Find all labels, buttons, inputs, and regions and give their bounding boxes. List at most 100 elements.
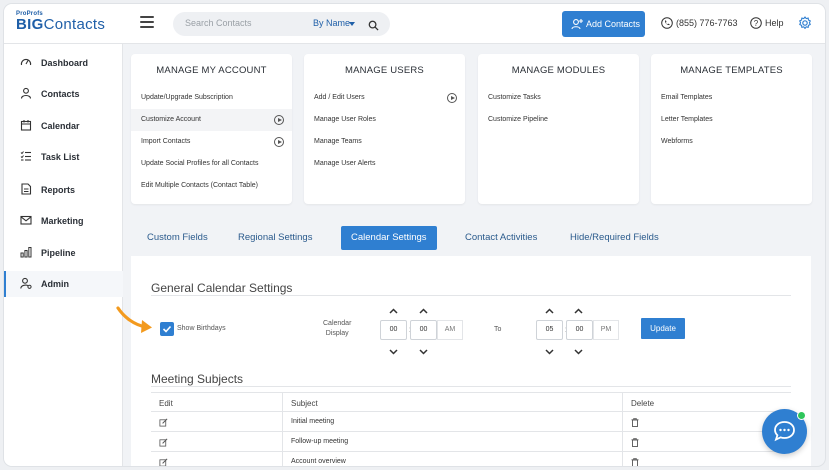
top-bar: ProProfs BIGContacts Search Contacts By …	[4, 4, 825, 44]
tab-custom-fields[interactable]: Custom Fields	[137, 226, 218, 250]
column-divider	[282, 393, 283, 413]
logo-name-bold: BIG	[16, 16, 44, 33]
tab-regional-settings[interactable]: Regional Settings	[228, 226, 322, 250]
sidebar-item-task-list[interactable]: Task List	[4, 144, 123, 170]
subject-cell: Account overview	[291, 458, 346, 465]
chevron-up-icon[interactable]	[545, 308, 554, 314]
column-divider	[282, 432, 283, 452]
column-divider	[282, 452, 283, 466]
link-add-edit-users[interactable]: Add / Edit Users	[304, 87, 465, 109]
search-bar: Search Contacts By Name	[173, 12, 390, 36]
link-email-templates[interactable]: Email Templates	[651, 87, 812, 109]
table-row: Initial meeting	[151, 412, 791, 432]
link-customize-account[interactable]: Customize Account	[131, 109, 292, 131]
link-manage-user-alerts[interactable]: Manage User Alerts	[304, 153, 465, 175]
tab-contact-activities[interactable]: Contact Activities	[455, 226, 547, 250]
table-header-row: Edit Subject Delete	[151, 392, 791, 413]
logo-name: BIGContacts	[16, 17, 105, 32]
to-ampm[interactable]: PM	[593, 320, 619, 340]
from-minute-input[interactable]: 00	[410, 320, 437, 340]
header-delete: Delete	[631, 399, 655, 408]
play-icon[interactable]	[274, 137, 284, 147]
sidebar-item-contacts[interactable]: Contacts	[4, 81, 123, 107]
trash-icon[interactable]	[631, 457, 639, 466]
link-webforms[interactable]: Webforms	[651, 131, 812, 153]
edit-icon[interactable]	[159, 418, 168, 429]
sidebar-item-pipeline[interactable]: Pipeline	[4, 240, 123, 266]
gear-icon[interactable]	[798, 16, 812, 35]
link-import-contacts[interactable]: Import Contacts	[131, 131, 292, 153]
calendar-icon	[20, 120, 32, 131]
help-icon: ?	[750, 17, 762, 29]
link-update-subscription[interactable]: Update/Upgrade Subscription	[131, 87, 292, 109]
section-title-meeting: Meeting Subjects	[151, 372, 244, 386]
section-title-general: General Calendar Settings	[151, 281, 293, 295]
play-icon[interactable]	[447, 93, 457, 103]
link-letter-templates[interactable]: Letter Templates	[651, 109, 812, 131]
link-manage-teams[interactable]: Manage Teams	[304, 131, 465, 153]
chevron-up-icon[interactable]	[389, 308, 398, 314]
menu-icon[interactable]	[140, 16, 154, 28]
chevron-up-icon[interactable]	[574, 308, 583, 314]
link-customize-tasks[interactable]: Customize Tasks	[478, 87, 639, 109]
search-by-dropdown[interactable]: By Name	[313, 18, 350, 28]
calendar-display-label: Calendar Display	[323, 319, 351, 339]
tab-calendar-settings[interactable]: Calendar Settings	[341, 226, 437, 250]
card-title: MANAGE USERS	[345, 65, 424, 76]
sidebar-item-dashboard[interactable]: Dashboard	[4, 50, 123, 76]
sidebar-item-reports[interactable]: Reports	[4, 177, 123, 203]
to-minute-input[interactable]: 00	[566, 320, 593, 340]
chevron-down-icon[interactable]	[389, 349, 398, 355]
show-birthdays-checkbox[interactable]	[160, 322, 174, 336]
card-manage-templates: MANAGE TEMPLATES Email Templates Letter …	[651, 54, 812, 204]
add-contacts-button[interactable]: Add Contacts	[562, 11, 645, 37]
link-customize-pipeline[interactable]: Customize Pipeline	[478, 109, 639, 131]
sidebar-item-marketing[interactable]: Marketing	[4, 208, 123, 234]
sidebar-item-admin[interactable]: Admin	[4, 271, 123, 297]
svg-text:?: ?	[754, 19, 759, 28]
card-manage-my-account: MANAGE MY ACCOUNT Update/Upgrade Subscri…	[131, 54, 292, 204]
update-button[interactable]: Update	[641, 318, 685, 339]
card-title: MANAGE TEMPLATES	[680, 65, 783, 76]
phone-icon	[661, 17, 673, 29]
column-divider	[282, 412, 283, 432]
chevron-down-icon[interactable]	[419, 349, 428, 355]
link-edit-multiple-contacts[interactable]: Edit Multiple Contacts (Contact Table)	[131, 175, 292, 197]
column-divider	[622, 412, 623, 432]
sidebar-item-label: Contacts	[41, 89, 80, 99]
to-hour-input[interactable]: 05	[536, 320, 563, 340]
chevron-down-icon[interactable]	[545, 349, 554, 355]
phone-link[interactable]: (855) 776-7763	[661, 17, 738, 29]
search-icon[interactable]	[368, 18, 379, 36]
help-link[interactable]: ? Help	[750, 17, 784, 29]
column-divider	[622, 452, 623, 466]
logo[interactable]: ProProfs BIGContacts	[16, 11, 105, 32]
tab-hide-required-fields[interactable]: Hide/Required Fields	[560, 226, 669, 250]
sidebar-item-label: Marketing	[41, 216, 84, 226]
trash-icon[interactable]	[631, 437, 639, 449]
edit-icon[interactable]	[159, 438, 168, 449]
trash-icon[interactable]	[631, 417, 639, 429]
link-update-social-profiles[interactable]: Update Social Profiles for all Contacts	[131, 153, 292, 175]
sidebar-item-label: Dashboard	[41, 58, 89, 68]
edit-icon[interactable]	[159, 458, 168, 466]
meeting-subjects-table: Edit Subject Delete Initial meeting Foll…	[151, 392, 791, 466]
from-ampm[interactable]: AM	[437, 320, 463, 340]
task-list-icon	[20, 151, 31, 161]
card-manage-users: MANAGE USERS Add / Edit Users Manage Use…	[304, 54, 465, 204]
play-icon[interactable]	[274, 115, 284, 125]
sidebar-item-calendar[interactable]: Calendar	[4, 113, 123, 139]
chevron-up-icon[interactable]	[419, 308, 428, 314]
add-user-icon	[571, 19, 583, 30]
chat-button[interactable]	[762, 409, 807, 454]
link-manage-user-roles[interactable]: Manage User Roles	[304, 109, 465, 131]
sidebar-item-label: Calendar	[41, 121, 80, 131]
card-manage-modules: MANAGE MODULES Customize Tasks Customize…	[478, 54, 639, 204]
calendar-settings-panel: General Calendar Settings Show Birthdays…	[131, 256, 811, 466]
chevron-down-icon[interactable]	[574, 349, 583, 355]
sidebar-item-label: Admin	[41, 279, 69, 289]
search-input[interactable]: Search Contacts	[185, 18, 252, 28]
chevron-down-icon[interactable]	[349, 22, 355, 26]
from-hour-input[interactable]: 00	[380, 320, 407, 340]
mail-icon	[20, 215, 32, 225]
